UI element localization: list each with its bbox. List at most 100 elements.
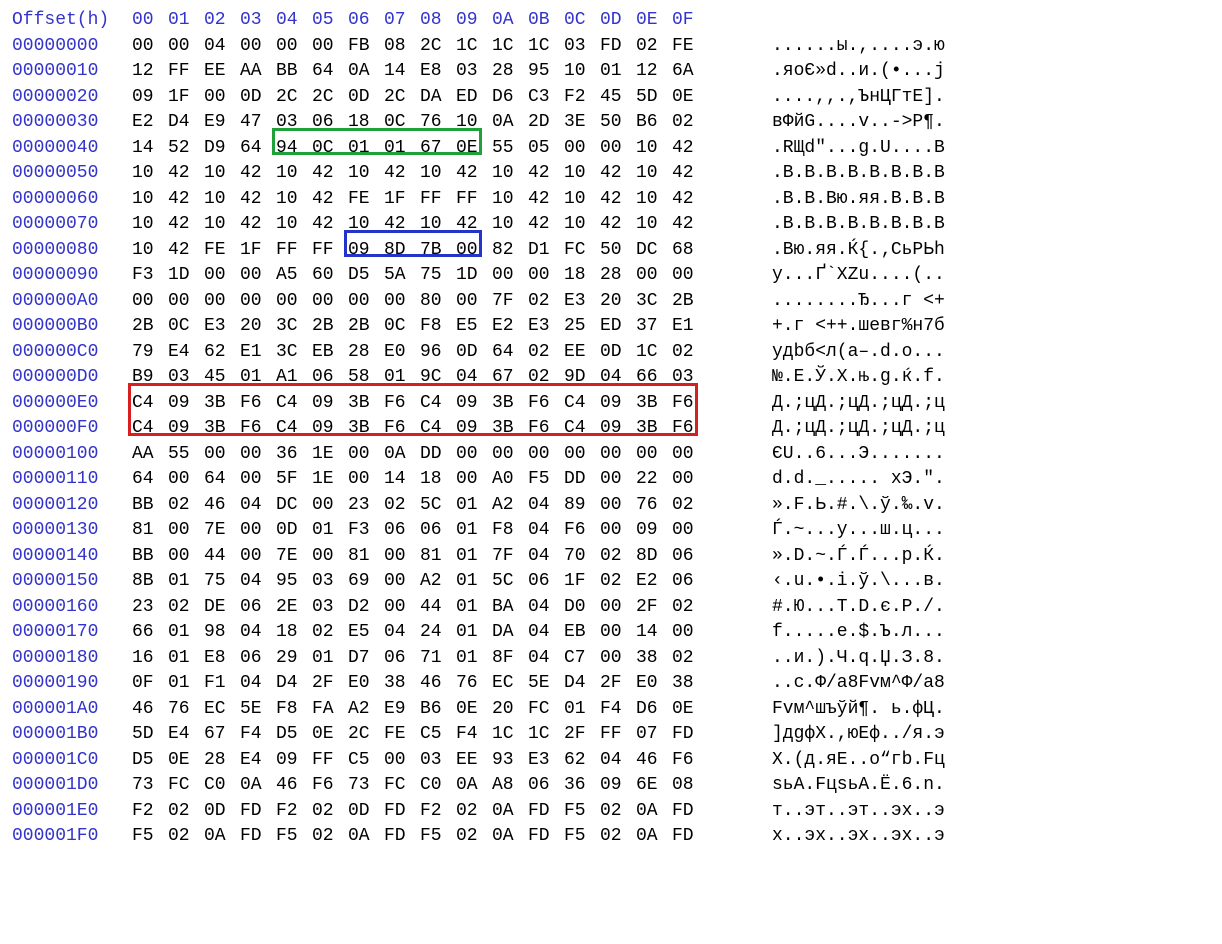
header-col: 03: [240, 8, 276, 34]
hex-byte: FE: [672, 34, 708, 60]
hex-byte: 2C: [384, 85, 420, 111]
header-col: 0B: [528, 8, 564, 34]
ascii-dump: +.г <++.шевг%н7б: [732, 314, 945, 340]
header-col: 04: [276, 8, 312, 34]
hex-byte: 10: [636, 212, 672, 238]
hex-byte: 01: [168, 646, 204, 672]
hex-byte: 02: [456, 799, 492, 825]
hex-byte: 00: [204, 442, 240, 468]
ascii-dump: .RЩd"...g.U....B: [732, 136, 945, 162]
hex-byte: E4: [168, 340, 204, 366]
hex-byte: D5: [276, 722, 312, 748]
hex-byte: F2: [132, 799, 168, 825]
hex-row: 00000000000004000000FB082C1C1C1C03FD02FE…: [12, 34, 1210, 60]
hex-byte: F4: [240, 722, 276, 748]
header-col: 00: [132, 8, 168, 34]
hex-byte: B6: [636, 110, 672, 136]
hex-byte: 10: [492, 161, 528, 187]
hex-row: 00000140BB0044007E00810081017F0470028D06…: [12, 544, 1210, 570]
hex-byte: F6: [672, 391, 708, 417]
hex-byte: EC: [492, 671, 528, 697]
hex-byte: 42: [600, 187, 636, 213]
address: 00000170: [12, 620, 132, 646]
hex-byte: 64: [132, 467, 168, 493]
hex-bytes: F31D0000A560D55A751D000018280000: [132, 263, 732, 289]
hex-byte: 04: [600, 365, 636, 391]
ascii-dump: ‹.u.•.i.ў.\...в.: [732, 569, 945, 595]
hex-byte: 02: [312, 620, 348, 646]
hex-byte: 1C: [528, 34, 564, 60]
hex-bytes: 0F01F104D42FE0384676EC5ED42FE038: [132, 671, 732, 697]
hex-byte: A2: [492, 493, 528, 519]
hex-byte: 04: [240, 620, 276, 646]
hex-byte: A5: [276, 263, 312, 289]
hex-byte: F6: [672, 416, 708, 442]
hex-byte: EB: [312, 340, 348, 366]
hex-byte: 10: [132, 187, 168, 213]
hex-byte: 22: [636, 467, 672, 493]
hex-bytes: 2B0CE3203C2B2B0CF8E5E2E325ED37E1: [132, 314, 732, 340]
hex-byte: 18: [276, 620, 312, 646]
hex-byte: 10: [636, 136, 672, 162]
hex-byte: 20: [600, 289, 636, 315]
hex-byte: 00: [672, 620, 708, 646]
hex-byte: 50: [600, 238, 636, 264]
hex-byte: C0: [204, 773, 240, 799]
hex-byte: 67: [420, 136, 456, 162]
hex-byte: 06: [420, 518, 456, 544]
ascii-dump: .B.B.Bю.яя.B.B.B: [732, 187, 945, 213]
hex-byte: 09: [312, 391, 348, 417]
hex-byte: 12: [132, 59, 168, 85]
hex-byte: FC: [168, 773, 204, 799]
header-col: 02: [204, 8, 240, 34]
hex-byte: 81: [132, 518, 168, 544]
hex-byte: 2C: [276, 85, 312, 111]
hex-byte: 08: [384, 34, 420, 60]
header-row: Offset(h)000102030405060708090A0B0C0D0E0…: [12, 8, 1210, 34]
hex-byte: 00: [348, 289, 384, 315]
hex-byte: 00: [240, 544, 276, 570]
header-col: 0C: [564, 8, 600, 34]
hex-byte: 12: [636, 59, 672, 85]
hex-byte: 00: [456, 238, 492, 264]
address: 00000090: [12, 263, 132, 289]
header-col: 05: [312, 8, 348, 34]
header-col: 07: [384, 8, 420, 34]
hex-byte: DA: [420, 85, 456, 111]
address: 000000D0: [12, 365, 132, 391]
hex-byte: 00: [240, 34, 276, 60]
hex-byte: 04: [600, 748, 636, 774]
hex-byte: 10: [204, 212, 240, 238]
hex-byte: D5: [348, 263, 384, 289]
header-col: 08: [420, 8, 456, 34]
hex-byte: 0D: [240, 85, 276, 111]
hex-byte: 00: [600, 518, 636, 544]
hex-row: 000001C0D50E28E409FFC50003EE93E3620446F6…: [12, 748, 1210, 774]
hex-byte: E4: [240, 748, 276, 774]
hex-byte: 01: [384, 365, 420, 391]
hex-byte: 1C: [492, 722, 528, 748]
hex-byte: 42: [168, 161, 204, 187]
hex-byte: 94: [276, 136, 312, 162]
hex-byte: DC: [636, 238, 672, 264]
hex-byte: 00: [384, 544, 420, 570]
hex-byte: 01: [564, 697, 600, 723]
hex-byte: E1: [240, 340, 276, 366]
hex-row: 0000005010421042104210421042104210421042…: [12, 161, 1210, 187]
hex-byte: 42: [672, 161, 708, 187]
hex-byte: 2F: [600, 671, 636, 697]
hex-byte: 37: [636, 314, 672, 340]
hex-byte: 0E: [456, 697, 492, 723]
hex-byte: 00: [636, 442, 672, 468]
hex-byte: E3: [564, 289, 600, 315]
hex-byte: DD: [564, 467, 600, 493]
hex-row: 00000030E2D4E9470306180C76100A2D3E50B602…: [12, 110, 1210, 136]
hex-byte: 42: [168, 238, 204, 264]
hex-byte: 10: [420, 212, 456, 238]
hex-byte: 00: [240, 263, 276, 289]
hex-byte: FE: [348, 187, 384, 213]
hex-byte: 5E: [240, 697, 276, 723]
hex-byte: 00: [168, 34, 204, 60]
address: 000000E0: [12, 391, 132, 417]
hex-bytes: 1601E8062901D70671018F04C7003802: [132, 646, 732, 672]
